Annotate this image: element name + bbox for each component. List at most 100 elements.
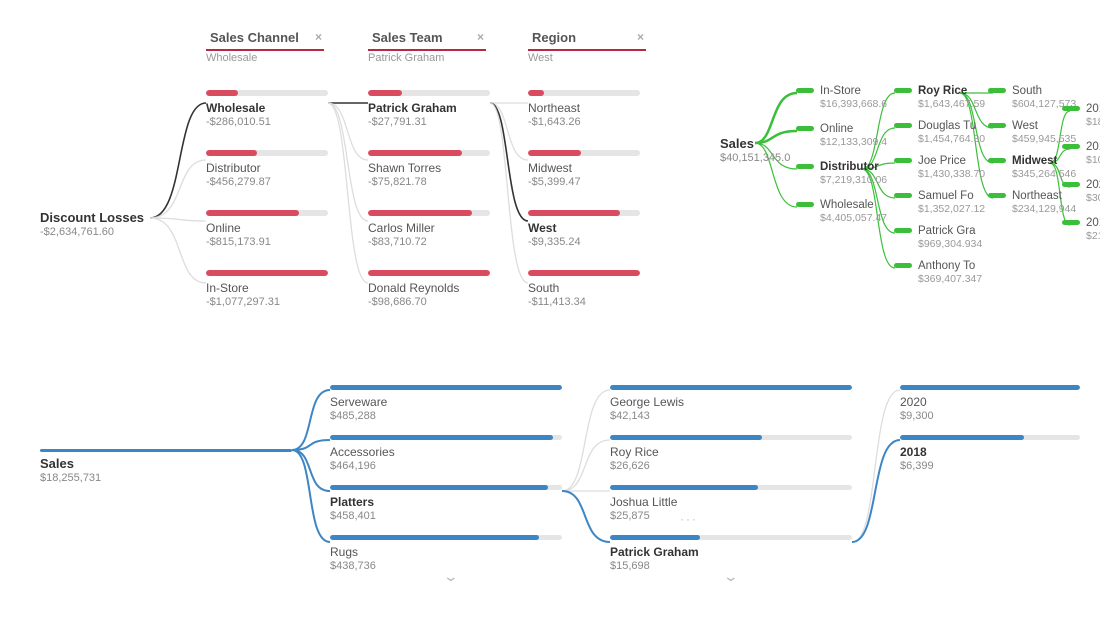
node-label: Shawn Torres — [368, 161, 490, 175]
tree-node[interactable]: Distributor$7,219,310.06 — [820, 161, 887, 186]
bar — [610, 435, 852, 440]
tree-node[interactable]: Carlos Miller-$83,710.72 — [368, 210, 490, 248]
tree-node[interactable]: 2017$21,078,750 — [1086, 217, 1100, 242]
root-sales-blue[interactable]: Sales $18,255,731 — [40, 456, 101, 484]
bar — [206, 150, 328, 156]
node-value: -$9,335.24 — [528, 236, 640, 248]
node-label: Rugs — [330, 545, 562, 559]
ellipsis-icon[interactable]: ··· — [680, 512, 698, 526]
chevron-down-icon[interactable]: ⌄ — [723, 568, 739, 585]
bar — [528, 270, 640, 276]
tab-label: Region — [532, 30, 576, 45]
node-label: Accessories — [330, 445, 562, 459]
bar — [206, 90, 328, 96]
bar — [330, 535, 562, 540]
tree-node[interactable]: Joe Price$1,430,338.70 — [918, 155, 985, 180]
node-value: -$27,791.31 — [368, 116, 490, 128]
tree-node[interactable]: Joshua Little$25,875 — [610, 485, 852, 522]
close-icon[interactable]: × — [637, 30, 644, 44]
tab-region[interactable]: Region × — [528, 30, 646, 51]
tree-node[interactable]: Northeast$234,129,944 — [1012, 190, 1076, 215]
tree-node[interactable]: In-Store-$1,077,297.31 — [206, 270, 328, 308]
node-label: Joshua Little — [610, 495, 852, 509]
node-value: $21,078,750 — [1086, 230, 1100, 242]
node-value: -$456,279.87 — [206, 176, 328, 188]
root-discount-losses[interactable]: Discount Losses -$2,634,761.60 — [40, 210, 144, 238]
tree-node[interactable]: Anthony To$369,407.347 — [918, 260, 982, 285]
node-label: Patrick Graham — [610, 545, 852, 559]
tab-sales-team[interactable]: Sales Team × — [368, 30, 486, 51]
bar — [206, 210, 328, 216]
bar — [206, 270, 328, 276]
tree-node[interactable]: South-$11,413.34 — [528, 270, 640, 308]
node-value: $369,407.347 — [918, 273, 982, 285]
root-label: Sales — [40, 456, 101, 471]
close-icon[interactable]: × — [477, 30, 484, 44]
tree-node[interactable]: 2018$104,717,636 — [1086, 141, 1100, 166]
bar — [330, 435, 562, 440]
node-value: $42,143 — [610, 410, 852, 422]
tree-node[interactable]: Samuel Fo$1,352,027.12 — [918, 190, 985, 215]
node-label: Midwest — [528, 161, 640, 175]
node-label: Northeast — [1012, 190, 1076, 202]
tree-node[interactable]: Patrick Gra$969,304.934 — [918, 225, 982, 250]
tree-node[interactable]: West$459,945,535 — [1012, 120, 1076, 145]
tree-node[interactable]: Wholesale$4,405,057.47 — [820, 199, 887, 224]
bar — [368, 210, 490, 216]
tab-selected: West — [528, 52, 553, 64]
node-label: Donald Reynolds — [368, 281, 490, 295]
tree-node[interactable]: Donald Reynolds-$98,686.70 — [368, 270, 490, 308]
tree-node[interactable]: Accessories$464,196 — [330, 435, 562, 472]
bar — [610, 535, 852, 540]
tree-node[interactable]: 2018$6,399 — [900, 435, 1080, 472]
tree-node[interactable]: Douglas Tu$1,454,764.30 — [918, 120, 985, 145]
tree-node[interactable]: 2020$30,408,824 — [1086, 179, 1100, 204]
tree-node[interactable]: Midwest$345,264,546 — [1012, 155, 1076, 180]
tree-node[interactable]: Distributor-$456,279.87 — [206, 150, 328, 188]
tree-node[interactable]: 2019$189,059,335 — [1086, 103, 1100, 128]
tree-node[interactable]: Shawn Torres-$75,821.78 — [368, 150, 490, 188]
node-value: $4,405,057.47 — [820, 212, 887, 224]
node-value: -$75,821.78 — [368, 176, 490, 188]
node-value: $1,643,467.59 — [918, 98, 985, 110]
tree-node[interactable]: Wholesale-$286,010.51 — [206, 90, 328, 128]
node-label: 2020 — [1086, 179, 1100, 191]
bar — [610, 485, 852, 490]
tree-node[interactable]: Patrick Graham-$27,791.31 — [368, 90, 490, 128]
node-label: South — [1012, 85, 1076, 97]
tree-node[interactable]: Platters$458,401 — [330, 485, 562, 522]
tab-sales-channel[interactable]: Sales Channel × — [206, 30, 324, 51]
node-label: Online — [820, 123, 887, 135]
tree-node[interactable]: Online-$815,173.91 — [206, 210, 328, 248]
tree-node[interactable]: West-$9,335.24 — [528, 210, 640, 248]
node-label: Serveware — [330, 395, 562, 409]
tree-node[interactable]: George Lewis$42,143 — [610, 385, 852, 422]
node-value: $25,875 — [610, 510, 852, 522]
node-label: Wholesale — [206, 101, 328, 115]
root-label: Discount Losses — [40, 210, 144, 225]
root-label: Sales — [720, 136, 790, 151]
tree-node[interactable]: Midwest-$5,399.47 — [528, 150, 640, 188]
node-value: $345,264,546 — [1012, 168, 1076, 180]
root-sales-green[interactable]: Sales $40,151,345.0 — [720, 136, 790, 164]
tree-node[interactable]: Online$12,133,309.4 — [820, 123, 887, 148]
node-label: 2017 — [1086, 217, 1100, 229]
node-value: $26,626 — [610, 460, 852, 472]
tree-node[interactable]: Rugs$438,736 — [330, 535, 562, 572]
node-label: Wholesale — [820, 199, 887, 211]
node-value: $1,352,027.12 — [918, 203, 985, 215]
close-icon[interactable]: × — [315, 30, 322, 44]
node-label: Joe Price — [918, 155, 985, 167]
node-value: $189,059,335 — [1086, 116, 1100, 128]
tree-node[interactable]: Patrick Graham$15,698 — [610, 535, 852, 572]
tree-node[interactable]: Roy Rice$1,643,467.59 — [918, 85, 985, 110]
node-value: $234,129,944 — [1012, 203, 1076, 215]
tree-node[interactable]: Serveware$485,288 — [330, 385, 562, 422]
tree-node[interactable]: 2020$9,300 — [900, 385, 1080, 422]
chevron-down-icon[interactable]: ⌄ — [443, 568, 459, 585]
tree-node[interactable]: Northeast-$1,643.26 — [528, 90, 640, 128]
node-label: George Lewis — [610, 395, 852, 409]
node-label: Samuel Fo — [918, 190, 985, 202]
tree-node[interactable]: Roy Rice$26,626 — [610, 435, 852, 472]
tree-node[interactable]: In-Store$16,393,668.6 — [820, 85, 887, 110]
